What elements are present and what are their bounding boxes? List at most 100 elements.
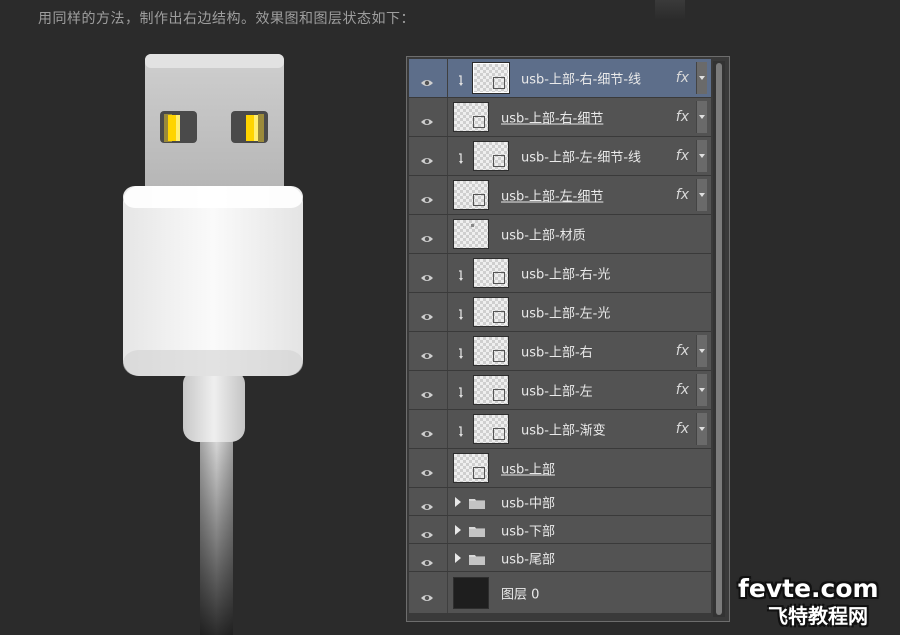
background-layer-row[interactable]: 图层 0 <box>409 572 711 614</box>
eye-icon <box>420 268 434 281</box>
vector-mask-icon <box>493 77 505 89</box>
layer-thumbnail[interactable] <box>453 180 489 210</box>
group-name[interactable]: usb-尾部 <box>501 548 555 567</box>
fx-expand-arrow-icon[interactable] <box>696 413 707 445</box>
watermark-domain: fevte.com <box>738 574 879 603</box>
visibility-toggle[interactable] <box>409 516 448 543</box>
fx-icon[interactable]: fx <box>676 343 689 359</box>
layer-row[interactable]: usb-上部-左 fx <box>409 371 711 410</box>
fx-expand-arrow-icon[interactable] <box>696 179 707 211</box>
vector-mask-icon <box>473 116 485 128</box>
eye-icon <box>420 307 434 320</box>
layer-name[interactable]: 图层 0 <box>501 583 539 602</box>
usb-body <box>123 186 303 376</box>
fx-icon[interactable]: fx <box>676 70 689 86</box>
layer-row[interactable]: usb-上部 <box>409 449 711 488</box>
eye-icon <box>420 190 434 203</box>
fx-icon[interactable]: fx <box>676 187 689 203</box>
eye-icon <box>420 346 434 359</box>
clipping-mask-icon <box>458 345 466 359</box>
eye-icon <box>420 151 434 164</box>
eye-icon <box>420 385 434 398</box>
fx-expand-arrow-icon[interactable] <box>696 374 707 406</box>
fx-icon[interactable]: fx <box>676 382 689 398</box>
layer-thumbnail[interactable] <box>473 297 509 327</box>
layer-row[interactable]: usb-上部-左-细节-线 fx <box>409 137 711 176</box>
layer-group-row[interactable]: usb-下部 <box>409 516 711 544</box>
layer-name[interactable]: usb-上部-右-细节-线 <box>521 69 641 88</box>
fx-icon[interactable]: fx <box>676 109 689 125</box>
layer-row[interactable]: usb-上部-材质 <box>409 215 711 254</box>
layer-thumbnail[interactable] <box>473 375 509 405</box>
group-name[interactable]: usb-中部 <box>501 492 555 511</box>
layer-name[interactable]: usb-上部-右-光 <box>521 264 610 283</box>
visibility-toggle[interactable] <box>409 449 448 487</box>
layer-thumbnail[interactable] <box>473 336 509 366</box>
clipping-mask-icon <box>458 306 466 320</box>
visibility-toggle[interactable] <box>409 293 448 331</box>
layer-row[interactable]: usb-上部-左-光 <box>409 293 711 332</box>
visibility-toggle[interactable] <box>409 215 448 253</box>
layer-name[interactable]: usb-上部-渐变 <box>521 420 606 439</box>
usb-illustration <box>123 54 303 635</box>
visibility-toggle[interactable] <box>409 410 448 448</box>
visibility-toggle[interactable] <box>409 137 448 175</box>
fx-expand-arrow-icon[interactable] <box>696 101 707 133</box>
eye-icon <box>420 553 434 566</box>
watermark-site-name: 飞特教程网 <box>768 604 868 628</box>
layer-row[interactable]: usb-上部-右-细节 fx <box>409 98 711 137</box>
vector-mask-icon <box>493 350 505 362</box>
visibility-toggle[interactable] <box>409 332 448 370</box>
layer-thumbnail[interactable] <box>473 414 509 444</box>
scrollbar-thumb[interactable] <box>716 63 722 615</box>
layer-thumbnail[interactable] <box>473 141 509 171</box>
layer-name[interactable]: usb-上部-左-光 <box>521 303 610 322</box>
eye-icon <box>420 112 434 125</box>
visibility-toggle[interactable] <box>409 371 448 409</box>
layer-name[interactable]: usb-上部 <box>501 459 555 478</box>
vector-mask-icon <box>493 389 505 401</box>
layer-row[interactable]: usb-上部-右-光 <box>409 254 711 293</box>
layer-group-row[interactable]: usb-尾部 <box>409 544 711 572</box>
fx-expand-arrow-icon[interactable] <box>696 335 707 367</box>
expand-triangle-icon[interactable] <box>455 552 461 563</box>
visibility-toggle[interactable] <box>409 59 448 97</box>
expand-triangle-icon[interactable] <box>455 524 461 535</box>
group-name[interactable]: usb-下部 <box>501 520 555 539</box>
clipping-mask-icon <box>458 423 466 437</box>
eye-icon <box>420 424 434 437</box>
vector-mask-icon <box>473 194 485 206</box>
layer-row[interactable]: usb-上部-右-细节-线 fx <box>409 59 711 98</box>
fx-icon[interactable]: fx <box>676 421 689 437</box>
layer-thumbnail[interactable] <box>453 102 489 132</box>
visibility-toggle[interactable] <box>409 488 448 515</box>
layers-scrollbar[interactable] <box>713 61 725 617</box>
layer-name[interactable]: usb-上部-左 <box>521 381 593 400</box>
layer-name[interactable]: usb-上部-右 <box>521 342 593 361</box>
layer-name[interactable]: usb-上部-左-细节-线 <box>521 147 641 166</box>
layer-thumbnail[interactable] <box>453 577 489 609</box>
visibility-toggle[interactable] <box>409 98 448 136</box>
layer-row[interactable]: usb-上部-左-细节 fx <box>409 176 711 215</box>
layer-name[interactable]: usb-上部-材质 <box>501 225 586 244</box>
visibility-toggle[interactable] <box>409 544 448 571</box>
layer-name[interactable]: usb-上部-右-细节 <box>501 108 603 127</box>
layer-thumbnail[interactable] <box>472 62 510 94</box>
visibility-toggle[interactable] <box>409 572 448 613</box>
layer-row[interactable]: usb-上部-渐变 fx <box>409 410 711 449</box>
fx-icon[interactable]: fx <box>676 148 689 164</box>
fx-expand-arrow-icon[interactable] <box>696 62 707 94</box>
fx-expand-arrow-icon[interactable] <box>696 140 707 172</box>
layer-row[interactable]: usb-上部-右 fx <box>409 332 711 371</box>
expand-triangle-icon[interactable] <box>455 496 461 507</box>
visibility-toggle[interactable] <box>409 176 448 214</box>
layer-group-row[interactable]: usb-中部 <box>409 488 711 516</box>
layers-panel: usb-上部-右-细节-线 fx usb-上部-右-细节 fx usb-上部-左-细节-… <box>406 56 730 622</box>
folder-icon <box>468 495 486 509</box>
eye-icon <box>420 588 434 601</box>
layer-thumbnail[interactable] <box>473 258 509 288</box>
visibility-toggle[interactable] <box>409 254 448 292</box>
layer-thumbnail[interactable] <box>453 453 489 483</box>
layer-thumbnail[interactable] <box>453 219 489 249</box>
layer-name[interactable]: usb-上部-左-细节 <box>501 186 603 205</box>
